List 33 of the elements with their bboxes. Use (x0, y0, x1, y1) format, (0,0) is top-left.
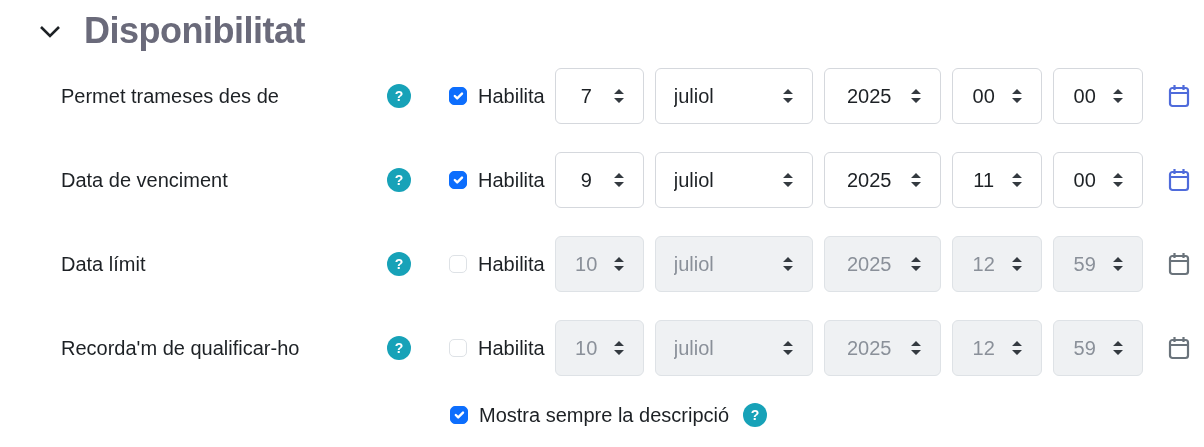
help-icon[interactable]: ? (387, 84, 411, 108)
year-select[interactable]: 2025 (823, 152, 941, 208)
hour-select[interactable]: 11 (951, 152, 1042, 208)
enable-checkbox[interactable] (449, 171, 467, 189)
chevron-icon[interactable] (38, 23, 62, 39)
field-label: Data límit (60, 252, 147, 277)
field-label: Data de venciment (60, 168, 229, 193)
calendar-icon[interactable] (1167, 252, 1190, 276)
month-select[interactable]: juliol (654, 152, 813, 208)
checkbox-label: Habilita (478, 336, 545, 361)
description-checkbox[interactable] (450, 406, 468, 424)
calendar-icon[interactable] (1167, 336, 1190, 360)
field-label: Permet trameses des de (60, 84, 280, 109)
help-icon[interactable]: ? (387, 336, 411, 360)
help-icon[interactable]: ? (743, 403, 768, 427)
section-heading: Disponibilitat (84, 9, 305, 53)
checkbox-label: Habilita (478, 252, 545, 277)
field-label: Recorda'm de qualificar-ho (60, 336, 301, 361)
checkbox-label: Habilita (478, 168, 545, 193)
help-icon[interactable]: ? (387, 168, 411, 192)
day-select[interactable]: 7 (554, 68, 644, 124)
minute-select[interactable]: 00 (1052, 152, 1143, 208)
calendar-icon[interactable] (1167, 84, 1190, 108)
enable-checkbox[interactable] (449, 87, 467, 105)
month-select[interactable]: juliol (654, 68, 813, 124)
checkbox-label: Habilita (478, 84, 545, 109)
day-select[interactable]: 9 (554, 152, 644, 208)
calendar-icon[interactable] (1167, 168, 1190, 192)
help-icon[interactable]: ? (387, 252, 411, 276)
minute-select[interactable]: 00 (1052, 68, 1143, 124)
year-select[interactable]: 2025 (823, 68, 941, 124)
hour-select[interactable]: 00 (951, 68, 1042, 124)
checkbox-label: Mostra sempre la descripció (479, 403, 730, 428)
